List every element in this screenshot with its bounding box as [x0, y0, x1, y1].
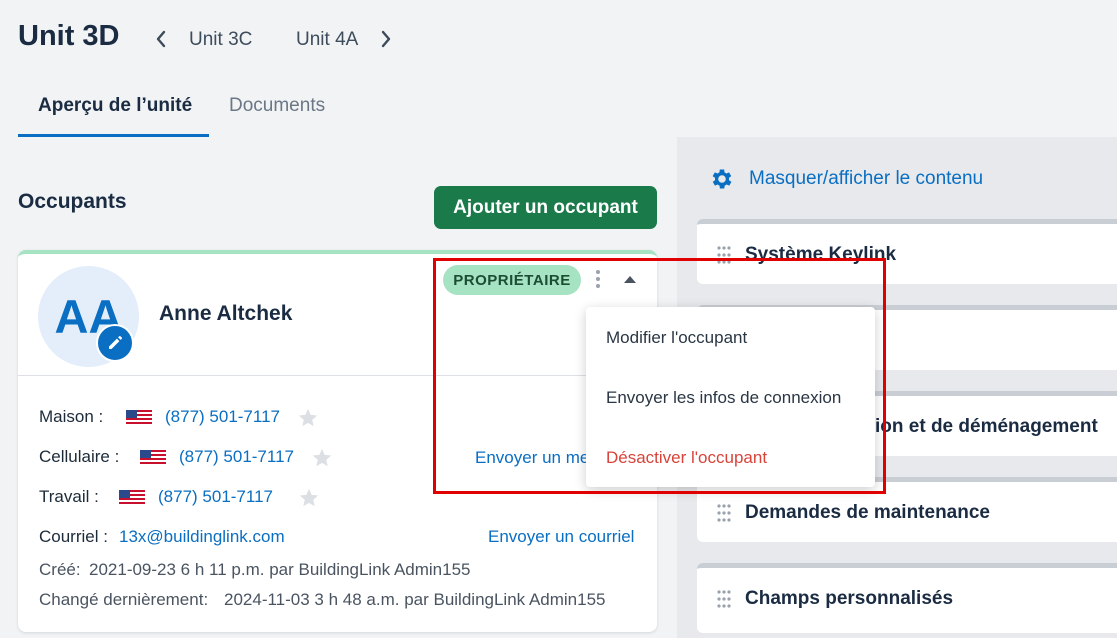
widget-title: Système Keylink: [745, 244, 897, 265]
us-flag-icon: [126, 410, 152, 424]
menu-item-send-login-info[interactable]: Envoyer les infos de connexion: [606, 388, 841, 408]
star-icon[interactable]: [298, 487, 320, 509]
changed-value: 2024-11-03 3 h 48 a.m. par BuildingLink …: [224, 590, 606, 609]
add-occupant-button[interactable]: Ajouter un occupant: [434, 186, 657, 229]
home-phone-link[interactable]: (877) 501-7117: [165, 407, 280, 427]
occupant-name: Anne Altchek: [159, 302, 293, 325]
send-message-link[interactable]: Envoyer un me: [475, 448, 589, 468]
tab-unit-overview[interactable]: Aperçu de l’unité: [38, 95, 192, 117]
card-divider: [18, 375, 657, 376]
gear-icon: [712, 169, 732, 189]
email-label: Courriel :: [39, 527, 108, 546]
pencil-icon: [109, 335, 123, 349]
occupants-title: Occupants: [18, 190, 127, 213]
widget-title: ion et de déménagement: [875, 416, 1098, 437]
created-label: Créé:: [39, 560, 81, 579]
drag-handle-icon[interactable]: [716, 589, 732, 609]
star-icon[interactable]: [311, 447, 333, 469]
prev-unit-link[interactable]: Unit 3C: [189, 29, 252, 51]
widget-title: Champs personnalisés: [745, 588, 954, 609]
work-phone-link[interactable]: (877) 501-7117: [158, 487, 273, 507]
chevron-right-icon[interactable]: [378, 28, 394, 50]
widget-title: Demandes de maintenance: [745, 502, 990, 523]
us-flag-icon: [119, 490, 145, 504]
us-flag-icon: [140, 450, 166, 464]
drag-handle-icon[interactable]: [716, 503, 732, 523]
widget-keylink[interactable]: Système Keylink: [697, 219, 1117, 284]
owner-badge: PROPRIÉTAIRE: [443, 265, 581, 295]
next-unit-link[interactable]: Unit 4A: [296, 29, 358, 51]
drag-handle-icon[interactable]: [716, 245, 732, 265]
send-email-link[interactable]: Envoyer un courriel: [488, 527, 634, 547]
more-vertical-icon[interactable]: [592, 268, 604, 290]
changed-label: Changé dernièrement:: [39, 590, 209, 609]
tab-documents[interactable]: Documents: [229, 95, 325, 117]
work-phone-label: Travail :: [39, 487, 99, 506]
toggle-content-label: Masquer/afficher le contenu: [749, 168, 984, 189]
occupant-actions-menu: Modifier l'occupant Envoyer les infos de…: [586, 307, 875, 487]
active-tab-indicator: [18, 134, 209, 137]
occupant-card: AA Anne Altchek PROPRIÉTAIRE Maison : (8…: [18, 250, 657, 632]
mobile-phone-label: Cellulaire :: [39, 447, 120, 466]
home-phone-label: Maison :: [39, 407, 104, 426]
edit-avatar-button[interactable]: [96, 324, 134, 362]
widget-custom-fields[interactable]: Champs personnalisés: [697, 563, 1117, 633]
mobile-phone-link[interactable]: (877) 501-7117: [179, 447, 294, 467]
toggle-content-link[interactable]: Masquer/afficher le contenu: [709, 166, 1009, 192]
menu-item-edit-occupant[interactable]: Modifier l'occupant: [606, 328, 747, 348]
page-title: Unit 3D: [18, 20, 120, 52]
email-link[interactable]: 13x@buildinglink.com: [119, 527, 285, 547]
star-icon[interactable]: [297, 407, 319, 429]
chevron-left-icon[interactable]: [153, 28, 169, 50]
chevron-up-icon[interactable]: [622, 272, 638, 286]
created-value: 2021-09-23 6 h 11 p.m. par BuildingLink …: [89, 560, 471, 579]
menu-item-deactivate-occupant[interactable]: Désactiver l'occupant: [606, 448, 767, 468]
